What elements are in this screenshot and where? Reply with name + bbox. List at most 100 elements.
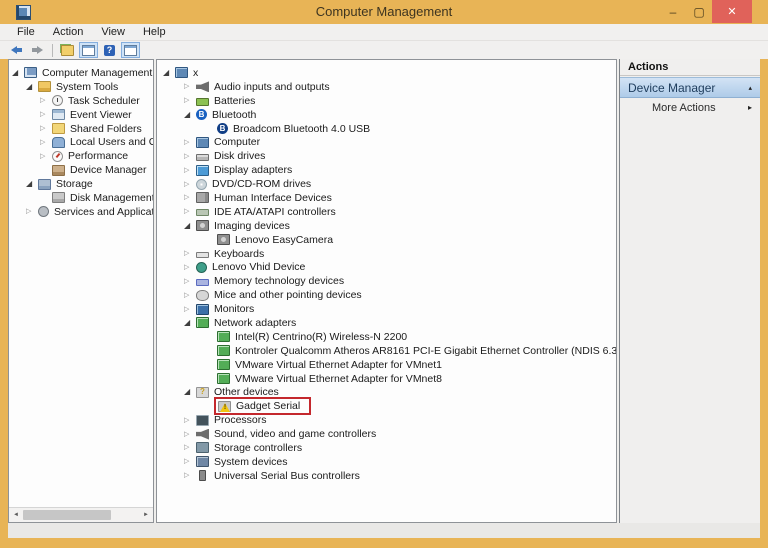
titlebar[interactable]: Computer Management – ▢ ✕ [0, 0, 768, 24]
tree-item-network-adapters[interactable]: ◢ Network adapters [157, 316, 616, 330]
tree-item-bluetooth[interactable]: ◢ Bluetooth [157, 108, 616, 122]
performance-icon [52, 150, 63, 162]
tree-item-device-manager[interactable]: Device Manager [9, 163, 153, 177]
actions-group-device-manager[interactable]: Device Manager ▴ [620, 77, 760, 98]
tree-item-imaging-devices[interactable]: ◢ Imaging devices [157, 219, 616, 233]
expander-collapsed-icon[interactable]: ▷ [184, 472, 195, 479]
tree-item-vmware-virtual-ethernet-adapter-for-vmnet1[interactable]: VMware Virtual Ethernet Adapter for VMne… [157, 358, 616, 372]
close-button[interactable]: ✕ [712, 0, 752, 23]
console-window-icon[interactable] [79, 42, 98, 58]
tree-item-shared-folders[interactable]: ▷ Shared Folders [9, 122, 153, 136]
expander-collapsed-icon[interactable]: ▷ [184, 83, 195, 90]
toolbar [0, 41, 768, 59]
back-icon[interactable] [7, 42, 26, 58]
expander-collapsed-icon[interactable]: ▷ [184, 278, 195, 285]
expander-expanded-icon[interactable]: ◢ [26, 180, 37, 188]
expander-collapsed-icon[interactable]: ▷ [184, 431, 195, 438]
expander-expanded-icon[interactable]: ◢ [184, 388, 195, 396]
tree-item-mice-and-other-pointing-devices[interactable]: ▷ Mice and other pointing devices [157, 288, 616, 302]
tree-item-ide-ata-atapi-controllers[interactable]: ▷ IDE ATA/ATAPI controllers [157, 205, 616, 219]
menu-file[interactable]: File [8, 24, 44, 40]
expander-collapsed-icon[interactable]: ▷ [184, 264, 195, 271]
scroll-right-arrow-icon[interactable]: ► [139, 512, 153, 518]
expander-expanded-icon[interactable]: ◢ [184, 110, 195, 119]
expander-collapsed-icon[interactable]: ▷ [184, 458, 195, 465]
expander-collapsed-icon[interactable]: ▷ [40, 97, 51, 104]
tree-item-storage[interactable]: ◢ Storage [9, 177, 153, 191]
show-hide-console-tree-icon[interactable] [58, 42, 77, 58]
tree-item-universal-serial-bus-controllers[interactable]: ▷ Universal Serial Bus controllers [157, 469, 616, 483]
tree-item-processors[interactable]: ▷ Processors [157, 413, 616, 427]
tree-item-gadget-serial[interactable]: Gadget Serial [157, 397, 616, 416]
scroll-left-arrow-icon[interactable]: ◄ [9, 512, 23, 518]
expander-expanded-icon[interactable]: ◢ [184, 221, 195, 230]
new-window-icon[interactable] [121, 42, 140, 58]
expander-expanded-icon[interactable]: ◢ [184, 318, 195, 327]
help-icon[interactable] [100, 42, 119, 58]
maximize-button[interactable]: ▢ [686, 0, 712, 23]
expander-expanded-icon[interactable]: ◢ [12, 68, 23, 77]
more-actions-item[interactable]: More Actions ▸ [620, 98, 760, 117]
expander-collapsed-icon[interactable]: ▷ [184, 97, 195, 104]
expander-collapsed-icon[interactable]: ▷ [184, 167, 195, 174]
tree-item-audio-inputs-and-outputs[interactable]: ▷ Audio inputs and outputs [157, 80, 616, 94]
tree-item-computer[interactable]: ▷ Computer [157, 135, 616, 149]
expander-collapsed-icon[interactable]: ▷ [184, 306, 195, 313]
expander-collapsed-icon[interactable]: ▷ [40, 139, 51, 146]
collapse-arrow-icon[interactable]: ▴ [748, 84, 752, 92]
expander-collapsed-icon[interactable]: ▷ [184, 153, 195, 160]
expander-expanded-icon[interactable]: ◢ [163, 68, 174, 77]
local-users-groups-icon [52, 136, 65, 148]
expander-collapsed-icon[interactable]: ▷ [184, 181, 195, 188]
tree-item-x[interactable]: ◢ x [157, 66, 616, 80]
actions-panel: Actions Device Manager ▴ More Actions ▸ [619, 59, 760, 523]
tree-item-lenovo-vhid-device[interactable]: ▷ Lenovo Vhid Device [157, 260, 616, 274]
tree-item-disk-drives[interactable]: ▷ Disk drives [157, 149, 616, 163]
menu-help[interactable]: Help [134, 24, 175, 40]
system-tools-icon [38, 81, 51, 93]
tree-item-lenovo-easycamera[interactable]: Lenovo EasyCamera [157, 233, 616, 247]
tree-item-display-adapters[interactable]: ▷ Display adapters [157, 163, 616, 177]
expander-collapsed-icon[interactable]: ▷ [26, 208, 37, 215]
expander-collapsed-icon[interactable]: ▷ [184, 194, 195, 201]
expander-collapsed-icon[interactable]: ▷ [40, 111, 51, 118]
expander-collapsed-icon[interactable]: ▷ [184, 417, 195, 424]
expander-collapsed-icon[interactable]: ▷ [184, 292, 195, 299]
tree-item-local-users-and-groups[interactable]: ▷ Local Users and Groups [9, 135, 153, 149]
expander-expanded-icon[interactable]: ◢ [26, 82, 37, 91]
tree-item-batteries[interactable]: ▷ Batteries [157, 94, 616, 108]
tree-item-system-devices[interactable]: ▷ System devices [157, 455, 616, 469]
tree-item-label: Performance [68, 150, 129, 163]
status-bar [8, 523, 760, 538]
tree-item-memory-technology-devices[interactable]: ▷ Memory technology devices [157, 274, 616, 288]
tree-item-services-and-applications[interactable]: ▷ Services and Applications [9, 205, 153, 219]
tree-item-storage-controllers[interactable]: ▷ Storage controllers [157, 441, 616, 455]
tree-item-task-scheduler[interactable]: ▷ Task Scheduler [9, 94, 153, 108]
tree-item-system-tools[interactable]: ◢ System Tools [9, 80, 153, 94]
expander-collapsed-icon[interactable]: ▷ [40, 153, 51, 160]
tree-item-dvd-cd-rom-drives[interactable]: ▷ DVD/CD-ROM drives [157, 177, 616, 191]
expander-collapsed-icon[interactable]: ▷ [184, 208, 195, 215]
minimize-button[interactable]: – [660, 0, 686, 23]
menu-action[interactable]: Action [44, 24, 93, 40]
tree-item-intel-r-centrino-r-wireless-n-2200[interactable]: Intel(R) Centrino(R) Wireless-N 2200 [157, 330, 616, 344]
expander-collapsed-icon[interactable]: ▷ [184, 139, 195, 146]
forward-icon[interactable] [28, 42, 47, 58]
expander-collapsed-icon[interactable]: ▷ [184, 444, 195, 451]
tree-item-vmware-virtual-ethernet-adapter-for-vmnet8[interactable]: VMware Virtual Ethernet Adapter for VMne… [157, 372, 616, 386]
scrollbar-thumb[interactable] [23, 510, 111, 520]
tree-item-kontroler-qualcomm-atheros-ar8161-pci-e-gigabit-ethernet-controller-ndis-6-30[interactable]: Kontroler Qualcomm Atheros AR8161 PCI-E … [157, 344, 616, 358]
tree-item-performance[interactable]: ▷ Performance [9, 149, 153, 163]
tree-item-event-viewer[interactable]: ▷ Event Viewer [9, 108, 153, 122]
tree-item-keyboards[interactable]: ▷ Keyboards [157, 247, 616, 261]
tree-item-sound-video-and-game-controllers[interactable]: ▷ Sound, video and game controllers [157, 427, 616, 441]
tree-item-computer-management-local[interactable]: ◢ Computer Management (Local [9, 66, 153, 80]
menu-view[interactable]: View [92, 24, 134, 40]
horizontal-scrollbar[interactable]: ◄ ► [9, 507, 153, 522]
tree-item-monitors[interactable]: ▷ Monitors [157, 302, 616, 316]
expander-collapsed-icon[interactable]: ▷ [184, 250, 195, 257]
tree-item-disk-management[interactable]: Disk Management [9, 191, 153, 205]
tree-item-broadcom-bluetooth-4-0-usb[interactable]: Broadcom Bluetooth 4.0 USB [157, 122, 616, 136]
tree-item-human-interface-devices[interactable]: ▷ Human Interface Devices [157, 191, 616, 205]
expander-collapsed-icon[interactable]: ▷ [40, 125, 51, 132]
